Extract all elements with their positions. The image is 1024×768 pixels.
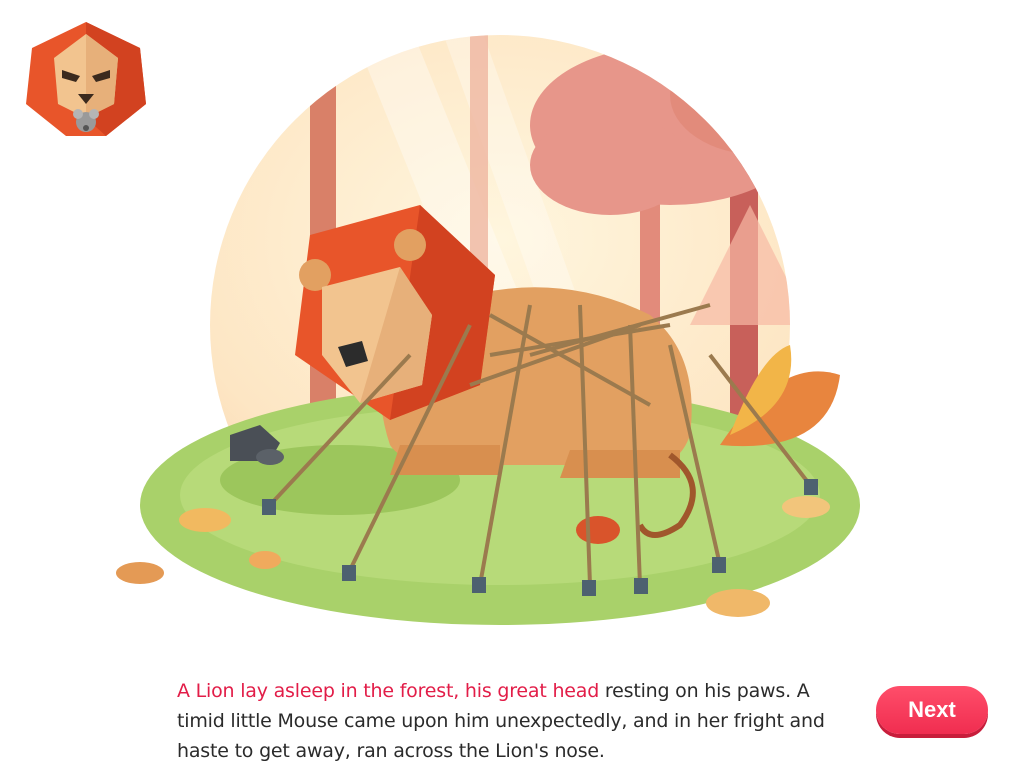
story-text: A Lion lay asleep in the forest, his gre… <box>177 676 837 766</box>
story-illustration <box>116 35 860 625</box>
story-highlight: A Lion lay asleep in the forest, his gre… <box>177 680 600 702</box>
next-button[interactable]: Next <box>876 686 988 734</box>
